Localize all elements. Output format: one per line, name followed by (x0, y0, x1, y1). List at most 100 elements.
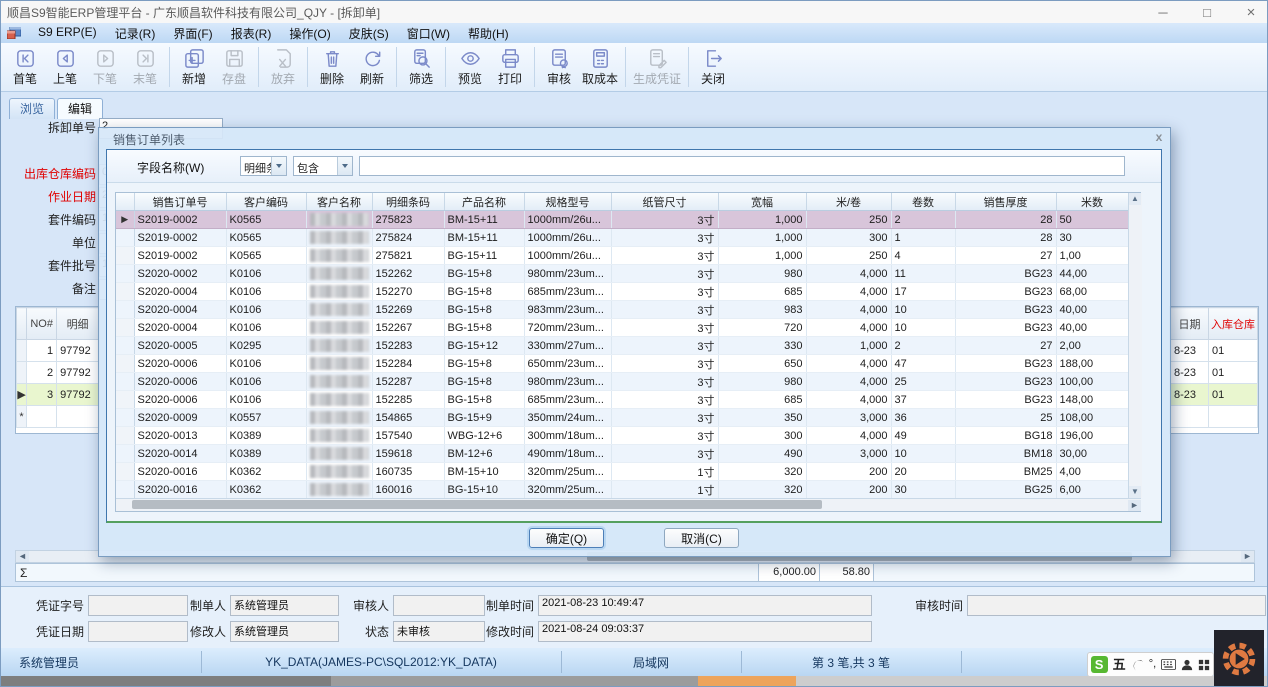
cell-产品名称: BG-15+8 (444, 373, 524, 391)
maximize-icon[interactable]: □ (1199, 5, 1215, 20)
tab-浏览[interactable]: 浏览 (9, 98, 55, 119)
cell-明细条码: 275821 (372, 247, 444, 265)
menu-item-记录(R)[interactable]: 记录(R) (106, 23, 165, 44)
dialog-close-icon[interactable]: x (1151, 130, 1167, 145)
filter-value-input[interactable] (359, 156, 1125, 176)
menu-item-报表(R)[interactable]: 报表(R) (222, 23, 281, 44)
row-indicator-icon: ▶ (116, 211, 134, 229)
cell-no: 3 (27, 384, 57, 406)
cell-卷数: 10 (891, 301, 955, 319)
table-row[interactable]: 8-2301 (1171, 340, 1258, 362)
table-row[interactable]: S2020-0004K0106152269BG-15+8983mm/23um..… (116, 301, 1128, 319)
menu-item-皮肤(S)[interactable]: 皮肤(S) (340, 23, 398, 44)
censored-customer-name (310, 465, 369, 478)
wubi-icon[interactable]: 五 (1113, 658, 1126, 671)
cell-卷数: 4 (891, 247, 955, 265)
table-row[interactable]: S2020-0006K0106152285BG-15+8685mm/23um..… (116, 391, 1128, 409)
cell-规格型号: 980mm/23um... (524, 373, 611, 391)
scroll-down-icon[interactable]: ▼ (1129, 486, 1141, 498)
toolbar: 首笔上笔下笔末笔新增存盘放弃删除刷新筛选预览打印审核取成本生成凭证关闭 (1, 43, 1267, 92)
keyboard-icon[interactable] (1161, 659, 1176, 670)
table-row[interactable]: S2020-0006K0106152287BG-15+8980mm/23um..… (116, 373, 1128, 391)
menu-item-界面(F)[interactable]: 界面(F) (164, 23, 221, 44)
footer-field-制单人: 系统管理员 (230, 595, 339, 616)
field-name-select[interactable]: 明细条码 (240, 156, 287, 176)
footer-label-凭证日期: 凭证日期 (11, 623, 84, 640)
censored-customer-name (310, 267, 369, 280)
table-row[interactable]: S2020-0016K0362160735BM-15+10320mm/25um.… (116, 463, 1128, 481)
cell-宽幅: 300 (718, 427, 806, 445)
toolbar-button-audit[interactable]: 审核 (539, 46, 579, 88)
cell-纸管尺寸: 3寸 (611, 355, 718, 373)
table-row[interactable]: S2019-0002K0565275821BG-15+111000mm/26u.… (116, 247, 1128, 265)
table-row[interactable]: ▶397792 (17, 384, 99, 406)
cell-规格型号: 320mm/25um... (524, 481, 611, 499)
row-indicator-icon (116, 319, 134, 337)
table-row[interactable]: S2020-0005K0295152283BG-15+12330mm/27um.… (116, 337, 1128, 355)
tab-编辑[interactable]: 编辑 (57, 98, 103, 119)
toolbar-button-delete[interactable]: 删除 (312, 46, 352, 88)
toolbar-button-label: 生成凭证 (633, 70, 681, 87)
cancel-button[interactable]: 取消(C) (664, 528, 739, 548)
table-row[interactable]: S2020-0009K0557154865BG-15+9350mm/24um..… (116, 409, 1128, 427)
table-row[interactable]: 8-2301 (1171, 384, 1258, 406)
cost-icon (589, 47, 612, 70)
taskbar-active-item[interactable] (698, 676, 796, 687)
minimize-icon[interactable]: ─ (1155, 5, 1171, 20)
toolbar-button-cost[interactable]: 取成本 (579, 46, 621, 88)
moon-icon[interactable] (1131, 658, 1144, 671)
menu-item-窗口(W)[interactable]: 窗口(W) (398, 23, 459, 44)
operator-select[interactable]: 包含 (293, 156, 353, 176)
toolbar-button-filter[interactable]: 筛选 (401, 46, 441, 88)
gear-app-tile[interactable] (1214, 630, 1264, 687)
table-row[interactable]: ▶S2019-0002K0565275823BM-15+111000mm/26u… (116, 211, 1128, 229)
scroll-left-icon[interactable]: ◄ (16, 551, 29, 562)
censored-customer-name (310, 303, 369, 316)
table-row[interactable]: S2020-0004K0106152267BG-15+8720mm/23um..… (116, 319, 1128, 337)
toolbar-button-last: 末笔 (125, 46, 165, 88)
toolbar-button-voucher: 生成凭证 (630, 46, 684, 88)
table-row[interactable]: S2019-0002K0565275824BM-15+111000mm/26u.… (116, 229, 1128, 247)
menu-item-S9 ERP(E)[interactable]: S9 ERP(E) (29, 23, 106, 44)
table-row[interactable]: S2020-0016K0362160016BG-15+10320mm/25um.… (116, 481, 1128, 499)
cell-纸管尺寸: 3寸 (611, 337, 718, 355)
toolbar-button-close[interactable]: 关闭 (693, 46, 733, 88)
cell-销售订单号: S2019-0002 (134, 211, 226, 229)
cell-米数: 2,00 (1056, 337, 1128, 355)
menu-item-操作(O)[interactable]: 操作(O) (280, 23, 339, 44)
cell-米/卷: 4,000 (806, 373, 891, 391)
sogou-icon[interactable]: S (1091, 656, 1108, 673)
scroll-right-icon[interactable]: ► (1241, 551, 1254, 562)
table-row[interactable]: 297792 (17, 362, 99, 384)
footer-label-修改人: 修改人 (161, 623, 226, 640)
toolbar-button-add[interactable]: 新增 (174, 46, 214, 88)
punctuation-icon[interactable]: °, (1149, 659, 1156, 670)
table-row[interactable]: 8-2301 (1171, 362, 1258, 384)
toolbar-button-prev[interactable]: 上笔 (45, 46, 85, 88)
table-row[interactable]: S2020-0013K0389157540WBG-12+6300mm/18um.… (116, 427, 1128, 445)
table-row[interactable]: S2020-0002K0106152262BG-15+8980mm/23um..… (116, 265, 1128, 283)
table-row[interactable]: S2020-0006K0106152284BG-15+8650mm/23um..… (116, 355, 1128, 373)
table-row[interactable]: 197792 (17, 340, 99, 362)
toolbar-button-print[interactable]: 打印 (490, 46, 530, 88)
scrollbar-thumb[interactable] (132, 500, 822, 509)
grid-vertical-scrollbar[interactable]: ▲ ▼ (1128, 193, 1142, 498)
table-row[interactable]: S2020-0014K0389159618BM-12+6490mm/18um..… (116, 445, 1128, 463)
toolbox-grid-icon[interactable] (1198, 659, 1210, 671)
toolbar-button-first[interactable]: 首笔 (5, 46, 45, 88)
person-icon[interactable] (1181, 659, 1193, 671)
table-row[interactable]: S2020-0004K0106152270BG-15+8685mm/23um..… (116, 283, 1128, 301)
censored-customer-name (310, 285, 369, 298)
cell-客户编码: K0106 (226, 355, 306, 373)
cell-客户名称 (306, 409, 372, 427)
menu-item-帮助(H)[interactable]: 帮助(H) (459, 23, 518, 44)
scroll-up-icon[interactable]: ▲ (1129, 193, 1141, 205)
grid-horizontal-scrollbar[interactable]: ► (116, 498, 1141, 511)
cell-规格型号: 1000mm/26u... (524, 211, 611, 229)
close-icon[interactable]: × (1243, 4, 1259, 21)
toolbar-button-refresh[interactable]: 刷新 (352, 46, 392, 88)
scroll-right-icon[interactable]: ► (1128, 500, 1141, 511)
ok-button[interactable]: 确定(Q) (529, 528, 604, 548)
taskbar (1, 676, 1267, 687)
toolbar-button-preview[interactable]: 预览 (450, 46, 490, 88)
